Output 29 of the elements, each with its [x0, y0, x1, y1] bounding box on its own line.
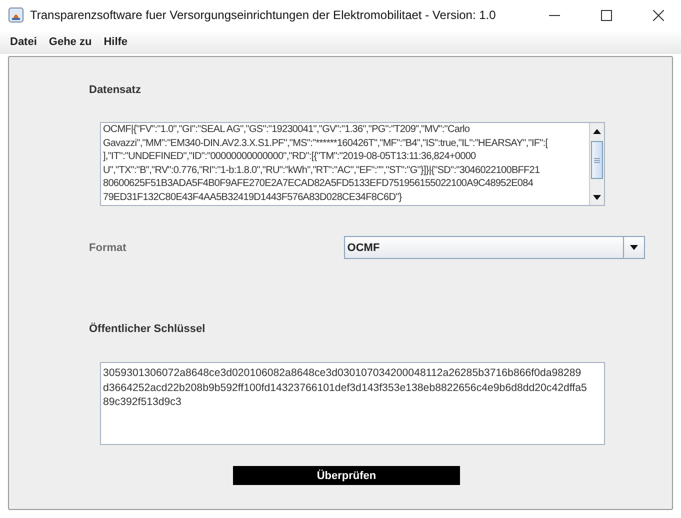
dataset-text-line: OCMF|{"FV":"1.0","GI":"SEAL AG","GS":"19230041","GV":"1.36","PG":"T209","MV":"Carlo [103, 123, 471, 136]
dataset-text-area[interactable] [100, 122, 605, 206]
dataset-text-line: Gavazzi","MM":"EM340-DIN.AV2.3.X.S1.PF","MS":"******160426T","MF":"B4","IS":true,"IL":"HEARSAY","IF":[ [103, 136, 549, 150]
window-title: Transparenzsoftware fuer Versorgungseinrichtungen der Elektromobilitaet - Version: 1.0 [30, 8, 497, 22]
public-key-text-area[interactable]: 3059301306072a8648ce3d020106082a8648ce3d030107034200048112a26285b3716b866f0da98289 d3664252acd22b208b9b592ff100fd14323766101def3d143f353e138eb8822656c4e9b6d8dd20c42dffa5 89c392f513d9c3 [100, 362, 605, 445]
down-arrow-icon[interactable] [593, 194, 601, 200]
public-key-text-line: 3059301306072a8648ce3d020106082a8648ce3d030107034200048112a26285b3716b866f0da98289 [103, 366, 582, 381]
app-icon [8, 7, 24, 23]
public-key-text-line: d3664252acd22b208b9b592ff100fd14323766101def3d143f353e138eb8822656c4e9b6d8dd20c42dffa5 [103, 380, 588, 396]
public-key-text-line: 89c392f513d9c3 [103, 395, 182, 410]
menu-item[interactable]: Datei [4, 36, 43, 48]
scrollbar[interactable] [589, 123, 604, 205]
close-icon [652, 10, 664, 20]
verify-button[interactable]: Überprüfen [233, 466, 460, 485]
dataset-label: Datensatz [89, 84, 142, 96]
down-arrow-icon[interactable] [630, 245, 638, 250]
format-dropdown[interactable]: OCMF [344, 236, 646, 259]
up-arrow-icon[interactable] [593, 128, 601, 134]
menu-item[interactable]: Hilfe [98, 36, 134, 48]
grip-icon [594, 158, 600, 162]
menu-item[interactable]: Gehe zu [42, 36, 98, 48]
format-label: Format [89, 242, 126, 254]
dataset-text-line: U","TX":"B","RV":0.776,"RI":"1-b:1.8.0","RU":"kWh","RT":"AC","EF":"","ST":"G"}]}|{"SD":"3046022100BFF21 [103, 164, 541, 177]
maximize-icon [600, 10, 612, 20]
public-key-label: Öffentlicher Schlüssel [89, 323, 206, 335]
dataset-text-line: 79ED31F132C80E43F4AA5B32419D1443F576A83D028CE34F8C6D"} [103, 190, 403, 204]
dataset-text-line: 80600625F51B3ADA5F4B0F9AFE270E2A7ECAD82A5FD5133EFD751956155022100A9C48952E084 [103, 177, 534, 190]
dataset-text-line: ],"IT":"UNDEFINED","ID":"00000000000000","RD":[{"TM":"2019-08-05T13:11:36,824+0000 [103, 150, 477, 164]
minimize-icon [548, 14, 560, 16]
